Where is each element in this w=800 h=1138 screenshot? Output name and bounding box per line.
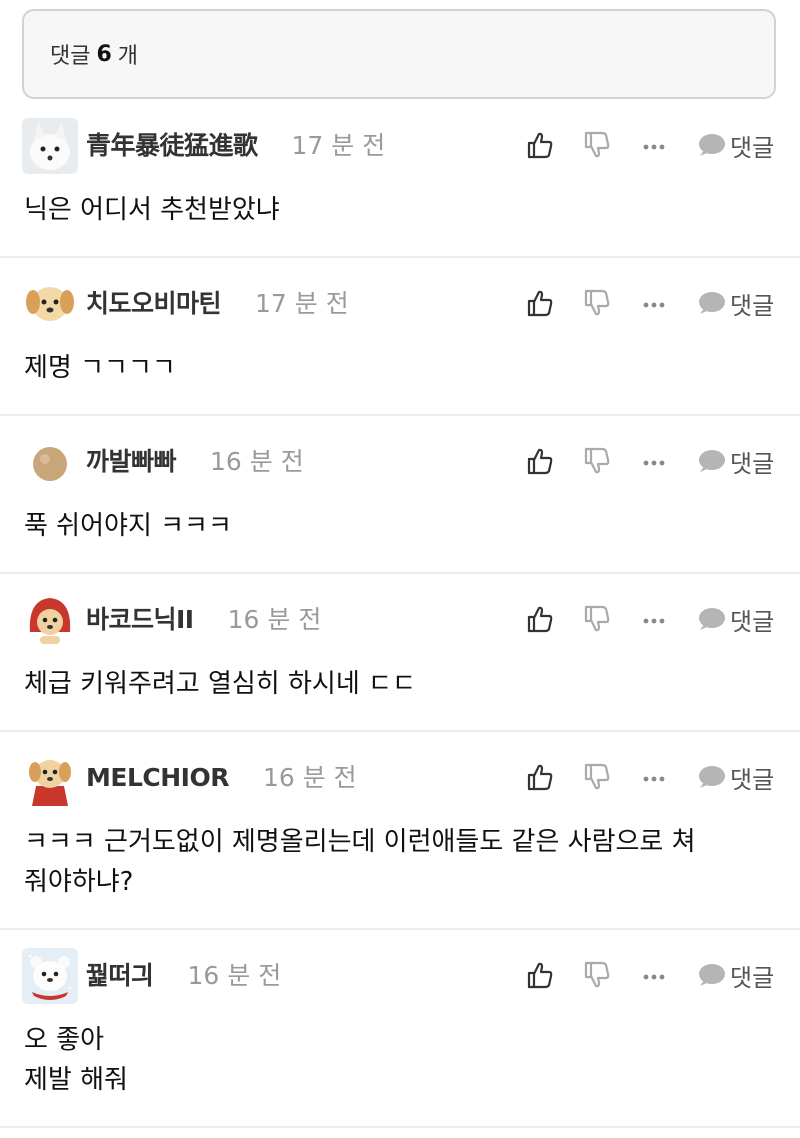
comment-count-label: 댓글 bbox=[50, 44, 91, 69]
thumbs-up-icon[interactable] bbox=[527, 128, 553, 162]
speech-bubble-icon bbox=[699, 964, 725, 986]
more-icon[interactable] bbox=[642, 762, 666, 796]
thumbs-down-icon[interactable] bbox=[584, 602, 610, 636]
reply-button[interactable]: 댓글 bbox=[696, 958, 774, 992]
thumbs-up-icon[interactable] bbox=[527, 286, 553, 320]
thumbs-down-icon[interactable] bbox=[584, 958, 610, 992]
comment-list: 青年暴徒猛進歌 17 분 전 댓글 닉은 어디서 추천받았냐 치도오비마틴 17… bbox=[0, 100, 800, 1128]
comment-text: 닉은 어디서 추천받았냐 bbox=[24, 195, 280, 225]
thumbs-down-icon[interactable] bbox=[584, 760, 610, 794]
reply-label: 댓글 bbox=[730, 765, 775, 794]
reply-label: 댓글 bbox=[730, 291, 775, 320]
comment-count-number: 6 bbox=[96, 41, 112, 67]
reply-button[interactable]: 댓글 bbox=[696, 286, 774, 320]
more-icon[interactable] bbox=[642, 288, 666, 322]
reply-label: 댓글 bbox=[730, 133, 775, 162]
reply-label: 댓글 bbox=[730, 607, 775, 636]
thumbs-up-icon[interactable] bbox=[527, 958, 553, 992]
reply-label: 댓글 bbox=[730, 963, 775, 992]
reply-button[interactable]: 댓글 bbox=[696, 444, 774, 478]
speech-bubble-icon bbox=[699, 292, 725, 314]
thumbs-down-icon[interactable] bbox=[584, 444, 610, 478]
reply-label: 댓글 bbox=[730, 449, 775, 478]
comment-count-unit: 개 bbox=[117, 44, 139, 69]
thumbs-up-icon[interactable] bbox=[527, 602, 553, 636]
speech-bubble-icon bbox=[699, 450, 725, 472]
comment-count-box: 댓글 6 개 bbox=[22, 9, 776, 99]
more-icon[interactable] bbox=[642, 960, 666, 994]
reply-button[interactable]: 댓글 bbox=[696, 602, 774, 636]
comment-text: 제명 ㄱㄱㄱㄱ bbox=[24, 353, 176, 383]
comment-text: 오 좋아 제발 해줘 bbox=[24, 1025, 128, 1095]
more-icon[interactable] bbox=[642, 604, 666, 638]
comment-item: 까발빠빠 16 분 전 댓글 푹 쉬어야지 ㅋㅋㅋ bbox=[0, 416, 800, 574]
thumbs-down-icon[interactable] bbox=[584, 128, 610, 162]
comment-text: ㅋㅋㅋ 근거도없이 제명올리는데 이런애들도 같은 사람으로 쳐 줘야하냐? bbox=[24, 827, 696, 897]
thumbs-up-icon[interactable] bbox=[527, 444, 553, 478]
comment-text: 푹 쉬어야지 ㅋㅋㅋ bbox=[24, 511, 232, 541]
comment-item: 青年暴徒猛進歌 17 분 전 댓글 닉은 어디서 추천받았냐 bbox=[0, 100, 800, 258]
comment-text: 체급 키워주려고 열심히 하시네 ㄷㄷ bbox=[24, 669, 416, 699]
comment-item: 꿡떠긔 16 분 전 댓글 오 좋아 제발 해줘 bbox=[0, 930, 800, 1128]
more-icon[interactable] bbox=[642, 130, 666, 164]
speech-bubble-icon bbox=[699, 608, 725, 630]
comment-item: 치도오비마틴 17 분 전 댓글 제명 ㄱㄱㄱㄱ bbox=[0, 258, 800, 416]
more-icon[interactable] bbox=[642, 446, 666, 480]
comment-item: 바코드닉II 16 분 전 댓글 체급 키워주려고 열심히 하시네 ㄷㄷ bbox=[0, 574, 800, 732]
comment-item: MELCHIOR 16 분 전 댓글 ㅋㅋㅋ 근거도없이 제명올리는데 이런애들… bbox=[0, 732, 800, 930]
thumbs-down-icon[interactable] bbox=[584, 286, 610, 320]
reply-button[interactable]: 댓글 bbox=[696, 760, 774, 794]
thumbs-up-icon[interactable] bbox=[527, 760, 553, 794]
speech-bubble-icon bbox=[699, 134, 725, 156]
reply-button[interactable]: 댓글 bbox=[696, 128, 774, 162]
speech-bubble-icon bbox=[699, 766, 725, 788]
